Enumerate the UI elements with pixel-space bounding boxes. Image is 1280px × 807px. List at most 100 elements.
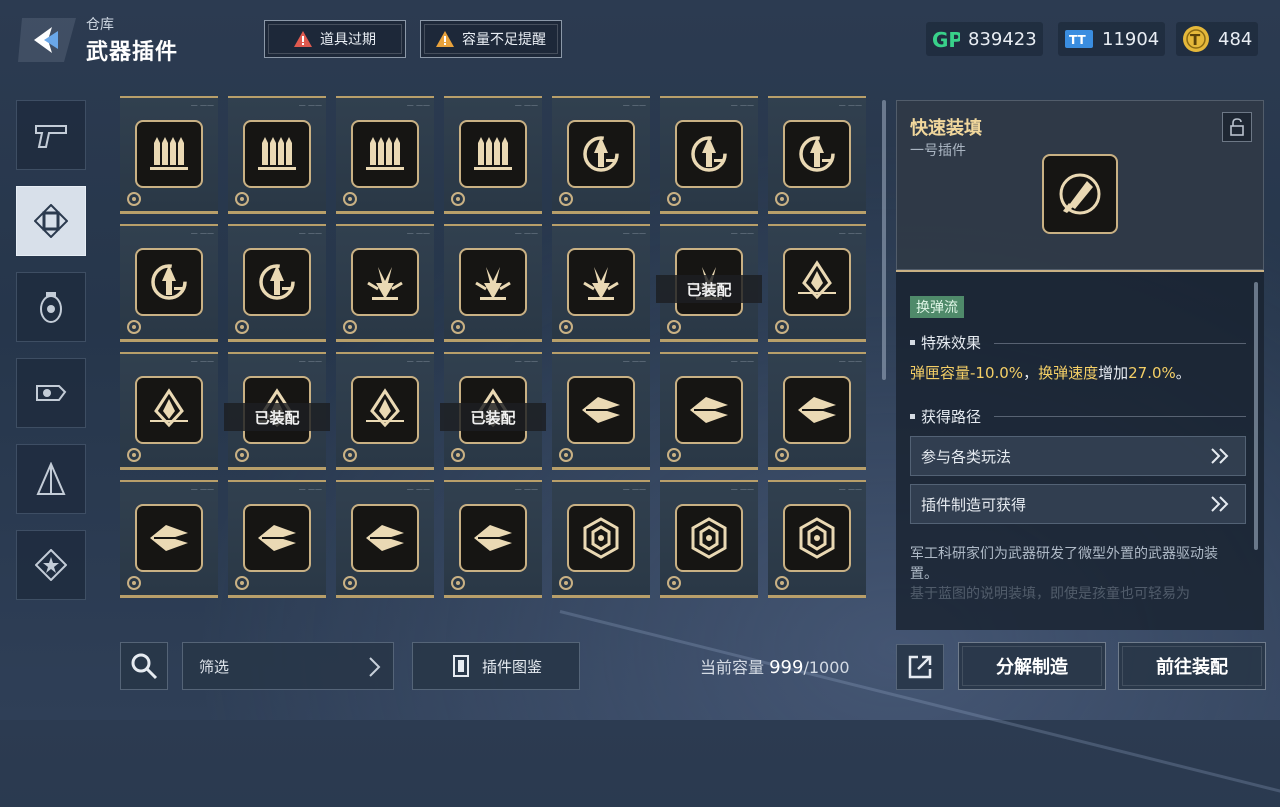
cell-corner-tag: — ——	[298, 229, 322, 237]
currency-ticket[interactable]: TT 11904	[1058, 22, 1166, 56]
search-button[interactable]	[120, 642, 168, 690]
plugin-cell[interactable]: — ——	[552, 480, 650, 598]
equipped-label: 已装配	[656, 275, 762, 303]
route-section-title: 获得路径	[910, 406, 981, 427]
sidebar-tab-accessory[interactable]	[16, 358, 86, 428]
plugin-cell[interactable]: — ——	[552, 224, 650, 342]
capacity-warning-button[interactable]: 容量不足提醒	[420, 20, 562, 58]
burst-plugin-icon	[583, 267, 619, 300]
cell-corner-tag: — ——	[730, 229, 754, 237]
bolt-plugin-icon	[474, 525, 512, 551]
capacity-indicator: 当前容量 999/1000	[700, 654, 850, 678]
route-crafting-button[interactable]: 插件制造可获得	[910, 484, 1246, 524]
cell-corner-tag: — ——	[514, 229, 538, 237]
bolt-plugin-icon	[798, 397, 836, 423]
plugin-cell[interactable]: — —— 已装配	[440, 352, 546, 470]
plugin-subtitle: 一号插件	[910, 143, 966, 159]
plugin-cell[interactable]: — —— 已装配	[656, 224, 762, 342]
plugin-icon-frame	[783, 504, 851, 572]
diamond-plugin-icon	[798, 260, 836, 300]
gear-icon	[127, 192, 141, 206]
codex-label: 插件图鉴	[481, 657, 542, 676]
plugin-cell[interactable]: — ——	[660, 480, 758, 598]
equipped-label: 已装配	[224, 403, 330, 431]
plugin-cell[interactable]: — —— 已装配	[224, 352, 330, 470]
plugin-icon-frame	[459, 504, 527, 572]
plugin-icon-frame	[351, 248, 419, 316]
plugin-cell[interactable]: — ——	[228, 96, 326, 214]
plugin-cell[interactable]: — ——	[444, 480, 542, 598]
gear-icon	[559, 192, 573, 206]
equipped-label: 已装配	[440, 403, 546, 431]
sidebar-tab-grenade[interactable]	[16, 272, 86, 342]
currency-gp-value: 839423	[968, 28, 1037, 50]
sidebar-tab-tools[interactable]	[16, 444, 86, 514]
plugin-cell[interactable]: — ——	[768, 224, 866, 342]
gear-icon	[775, 320, 789, 334]
plugin-icon-frame	[351, 376, 419, 444]
export-button[interactable]	[896, 644, 944, 690]
sidebar-tab-plugins[interactable]	[16, 186, 86, 256]
unlock-icon	[1230, 118, 1244, 136]
plugin-cell[interactable]: — ——	[120, 480, 218, 598]
plugin-cell[interactable]: — ——	[768, 480, 866, 598]
grid-scrollbar[interactable]	[882, 100, 886, 380]
effect-section-label: 特殊效果	[921, 334, 982, 352]
plugin-cell[interactable]: — ——	[552, 96, 650, 214]
currency-token[interactable]: T 484	[1176, 22, 1259, 56]
plugin-cell[interactable]: — ——	[228, 480, 326, 598]
plugin-cell[interactable]: — ——	[228, 224, 326, 342]
sidebar-tab-badges[interactable]	[16, 530, 86, 600]
plugin-codex-button[interactable]: 插件图鉴	[412, 642, 580, 690]
plugin-cell[interactable]: — ——	[336, 224, 434, 342]
plugin-icon-frame	[459, 248, 527, 316]
detail-scrollbar[interactable]	[1254, 282, 1258, 550]
route-gameplay-button[interactable]: 参与各类玩法	[910, 436, 1246, 476]
filter-dropdown[interactable]: 筛选	[182, 642, 394, 690]
svg-text:GP: GP	[932, 28, 960, 50]
gear-icon	[667, 192, 681, 206]
plugin-tag: 换弹流	[910, 296, 964, 318]
gear-icon	[235, 320, 249, 334]
plugin-cell[interactable]: — ——	[444, 96, 542, 214]
plugin-cell[interactable]: — ——	[336, 96, 434, 214]
route-section-label: 获得路径	[921, 408, 982, 426]
plugin-cell[interactable]: — ——	[768, 352, 866, 470]
cell-corner-tag: — ——	[298, 357, 322, 365]
effect-mag-capacity: 弹匣容量-10.0%	[910, 364, 1024, 382]
currency-gp[interactable]: GP 839423	[926, 22, 1043, 56]
plugin-icon-frame	[567, 376, 635, 444]
cell-corner-tag: — ——	[298, 101, 322, 109]
plugin-cell[interactable]: — ——	[768, 96, 866, 214]
cell-corner-tag: — ——	[622, 485, 646, 493]
back-button[interactable]	[18, 18, 76, 62]
plugin-cell[interactable]: — ——	[336, 480, 434, 598]
cell-corner-tag: — ——	[514, 357, 538, 365]
effect-separator: ，	[1023, 364, 1039, 382]
plugin-icon-frame	[675, 120, 743, 188]
cell-corner-tag: — ——	[406, 485, 430, 493]
gear-icon	[235, 448, 249, 462]
plugin-cell[interactable]: — ——	[552, 352, 650, 470]
sidebar-tab-pistol[interactable]	[16, 100, 86, 170]
expired-items-button[interactable]: 道具过期	[264, 20, 406, 58]
dismantle-craft-button[interactable]: 分解制造	[958, 642, 1106, 690]
plugin-cell[interactable]: — ——	[444, 224, 542, 342]
lock-button[interactable]	[1222, 112, 1252, 142]
plugin-cell[interactable]: — ——	[120, 352, 218, 470]
capacity-label: 当前容量	[700, 658, 765, 677]
plugin-cell[interactable]: — ——	[660, 96, 758, 214]
plugin-cell[interactable]: — ——	[660, 352, 758, 470]
plugin-cell[interactable]: — ——	[120, 224, 218, 342]
plugin-chip-icon	[34, 204, 68, 238]
plugin-icon-frame	[783, 248, 851, 316]
plugin-icon-frame	[783, 120, 851, 188]
plugin-cell[interactable]: — ——	[336, 352, 434, 470]
bullets-plugin-icon	[150, 137, 188, 170]
plugin-icon-frame	[351, 120, 419, 188]
plugin-cell[interactable]: — ——	[120, 96, 218, 214]
cell-corner-tag: — ——	[730, 101, 754, 109]
compass-tool-icon	[36, 462, 66, 495]
go-equip-button[interactable]: 前往装配	[1118, 642, 1266, 690]
route-crafting-label: 插件制造可获得	[921, 495, 1027, 514]
